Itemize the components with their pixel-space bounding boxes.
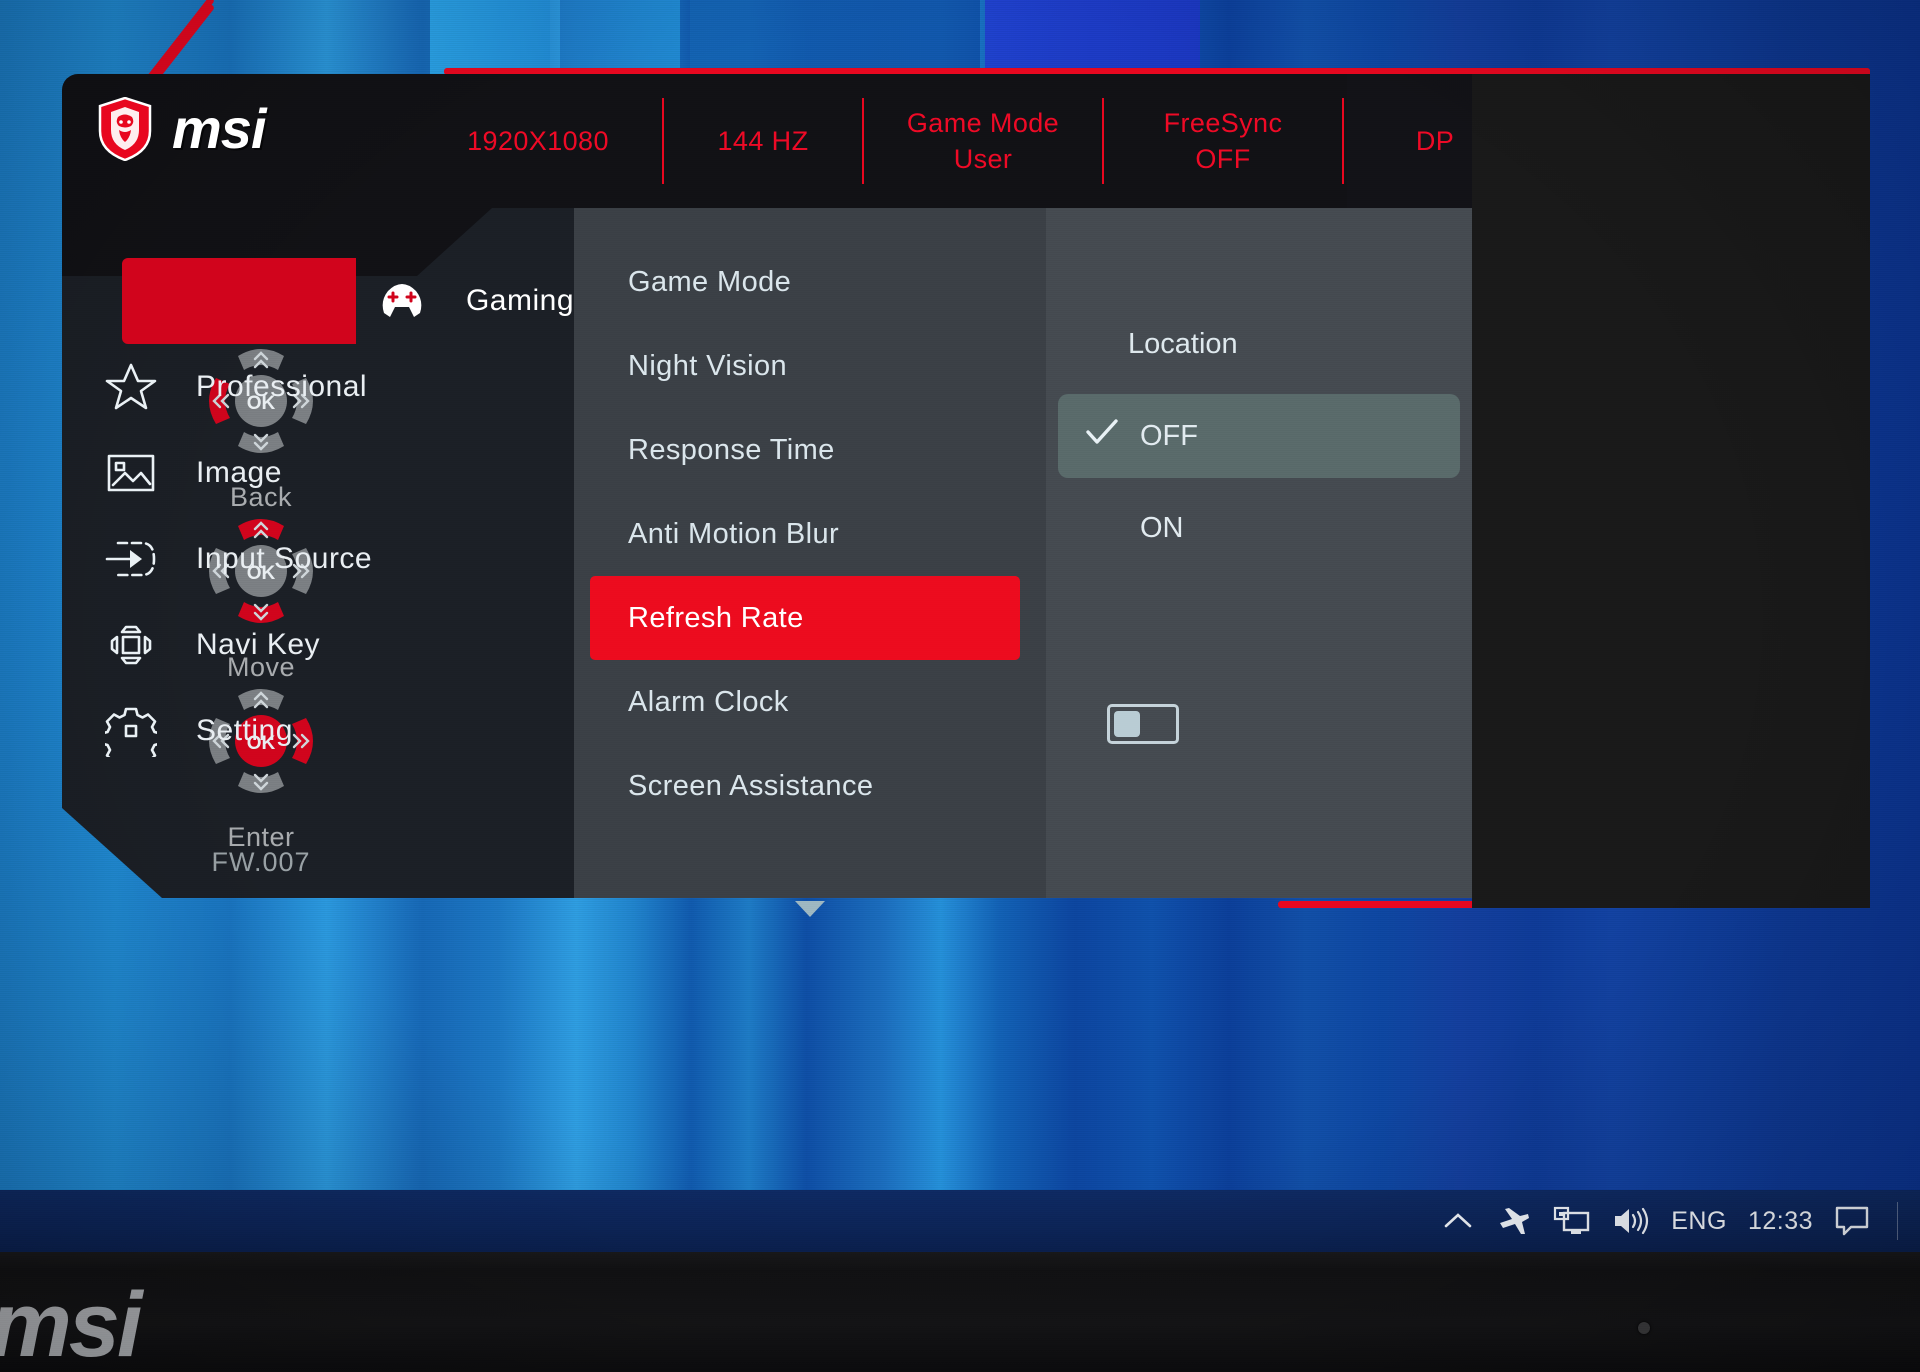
- picture-icon: [104, 446, 158, 500]
- sidebar-item-gaming[interactable]: Gaming: [62, 258, 574, 344]
- menu-item-alarm-clock[interactable]: Alarm Clock: [574, 660, 1046, 744]
- status-item-2: 144 HZ: [664, 123, 862, 159]
- osd-status-bar: 1920X1080 144 HZ Game Mode User FreeSync OFF D…: [414, 74, 1594, 208]
- menu-item-label: Night Vision: [628, 349, 788, 382]
- gear-icon: [104, 704, 158, 758]
- windows-taskbar: ENG 12:33: [0, 1190, 1920, 1252]
- status-item-line1: 144 HZ: [717, 125, 809, 156]
- menu-item-label: Screen Assistance: [628, 769, 874, 802]
- menu-item-label: Response Time: [628, 433, 835, 466]
- anti-motion-blur-toggle[interactable]: [1107, 704, 1179, 744]
- option-item-on[interactable]: ON: [1058, 486, 1460, 570]
- sidebar-item-label: Navi Key: [196, 628, 321, 661]
- menu-item-label: Anti Motion Blur: [628, 517, 840, 550]
- status-item-line1: 1920X1080: [467, 125, 609, 156]
- language-indicator[interactable]: ENG: [1671, 1207, 1727, 1236]
- menu-item-game-mode[interactable]: Game Mode: [574, 240, 1046, 324]
- menu-item-label: Alarm Clock: [628, 685, 789, 718]
- osd-options-list: Location OFF ON: [1046, 240, 1472, 578]
- star-icon: [104, 360, 158, 414]
- msi-wordmark: msi: [172, 97, 266, 160]
- status-item-3: Game Mode User: [864, 105, 1102, 178]
- menu-item-anti-motion-blur[interactable]: Anti Motion Blur: [574, 492, 1046, 576]
- menu-item-refresh-rate[interactable]: Refresh Rate: [590, 576, 1020, 660]
- option-item-label: ON: [1140, 511, 1184, 544]
- status-item-line2: User: [953, 144, 1013, 174]
- status-item-line1: DP: [1415, 125, 1455, 156]
- status-item-line1: FreeSync: [1163, 107, 1283, 138]
- sidebar-item-label: Professional: [196, 370, 368, 403]
- dpad-right: [292, 718, 313, 764]
- monitor-bezel: msi: [0, 1252, 1920, 1372]
- speech-bubble-icon[interactable]: [1834, 1205, 1870, 1237]
- taskbar-divider: [1897, 1202, 1898, 1240]
- sidebar-item-label: Gaming: [465, 284, 574, 317]
- navkey-group-enter: OK Enter: [62, 666, 460, 853]
- checkmark-icon: [1084, 417, 1120, 455]
- monitor-osd: msi 1920X1080 144 HZ Game Mode User FreeSync…: [62, 0, 1870, 917]
- navi-key-icon: [104, 618, 158, 672]
- sidebar-item-label: Image: [196, 456, 282, 489]
- osd-menu-list: Game Mode Night Vision Response Time Anti M…: [574, 240, 1046, 828]
- firmware-version: FW.007: [211, 847, 311, 877]
- toggle-knob: [1114, 711, 1140, 737]
- menu-item-label: Refresh Rate: [628, 601, 804, 634]
- status-item-1: 1920X1080: [414, 123, 662, 159]
- status-item-4: FreeSync OFF: [1104, 105, 1342, 178]
- input-arrow-icon: [104, 532, 158, 586]
- network-pc-icon[interactable]: [1553, 1205, 1591, 1237]
- menu-item-night-vision[interactable]: Night Vision: [574, 324, 1046, 408]
- power-led: [1638, 1322, 1650, 1334]
- bezel-msi-logo: msi: [0, 1274, 143, 1372]
- airplane-icon[interactable]: [1496, 1205, 1532, 1237]
- chevron-down-icon[interactable]: [574, 898, 1046, 925]
- menu-item-label: Game Mode: [628, 265, 792, 298]
- status-item-line1: Game Mode: [906, 107, 1060, 138]
- menu-item-response-time[interactable]: Response Time: [574, 408, 1046, 492]
- status-item-line2: OFF: [1195, 144, 1251, 174]
- option-item-off[interactable]: OFF: [1058, 394, 1460, 478]
- speaker-icon[interactable]: [1612, 1205, 1650, 1237]
- msi-logo: msi: [98, 96, 266, 161]
- sidebar-item-label: Setting: [196, 714, 293, 747]
- screenshot-scene: msi 1920X1080 144 HZ Game Mode User FreeSync…: [0, 0, 1920, 1372]
- options-title: Location: [1128, 327, 1238, 360]
- menu-item-screen-assistance[interactable]: Screen Assistance: [574, 744, 1046, 828]
- msi-dragon-shield-icon: [98, 96, 152, 161]
- chevron-up-icon[interactable]: [1441, 1206, 1475, 1236]
- gamepad-icon: [376, 274, 428, 328]
- sidebar-item-label: Input Source: [196, 542, 373, 575]
- option-item-label: OFF: [1140, 419, 1198, 452]
- sidebar-active-highlight: [122, 258, 356, 344]
- taskbar-clock[interactable]: 12:33: [1748, 1207, 1813, 1236]
- status-item-5: DP: [1344, 123, 1526, 159]
